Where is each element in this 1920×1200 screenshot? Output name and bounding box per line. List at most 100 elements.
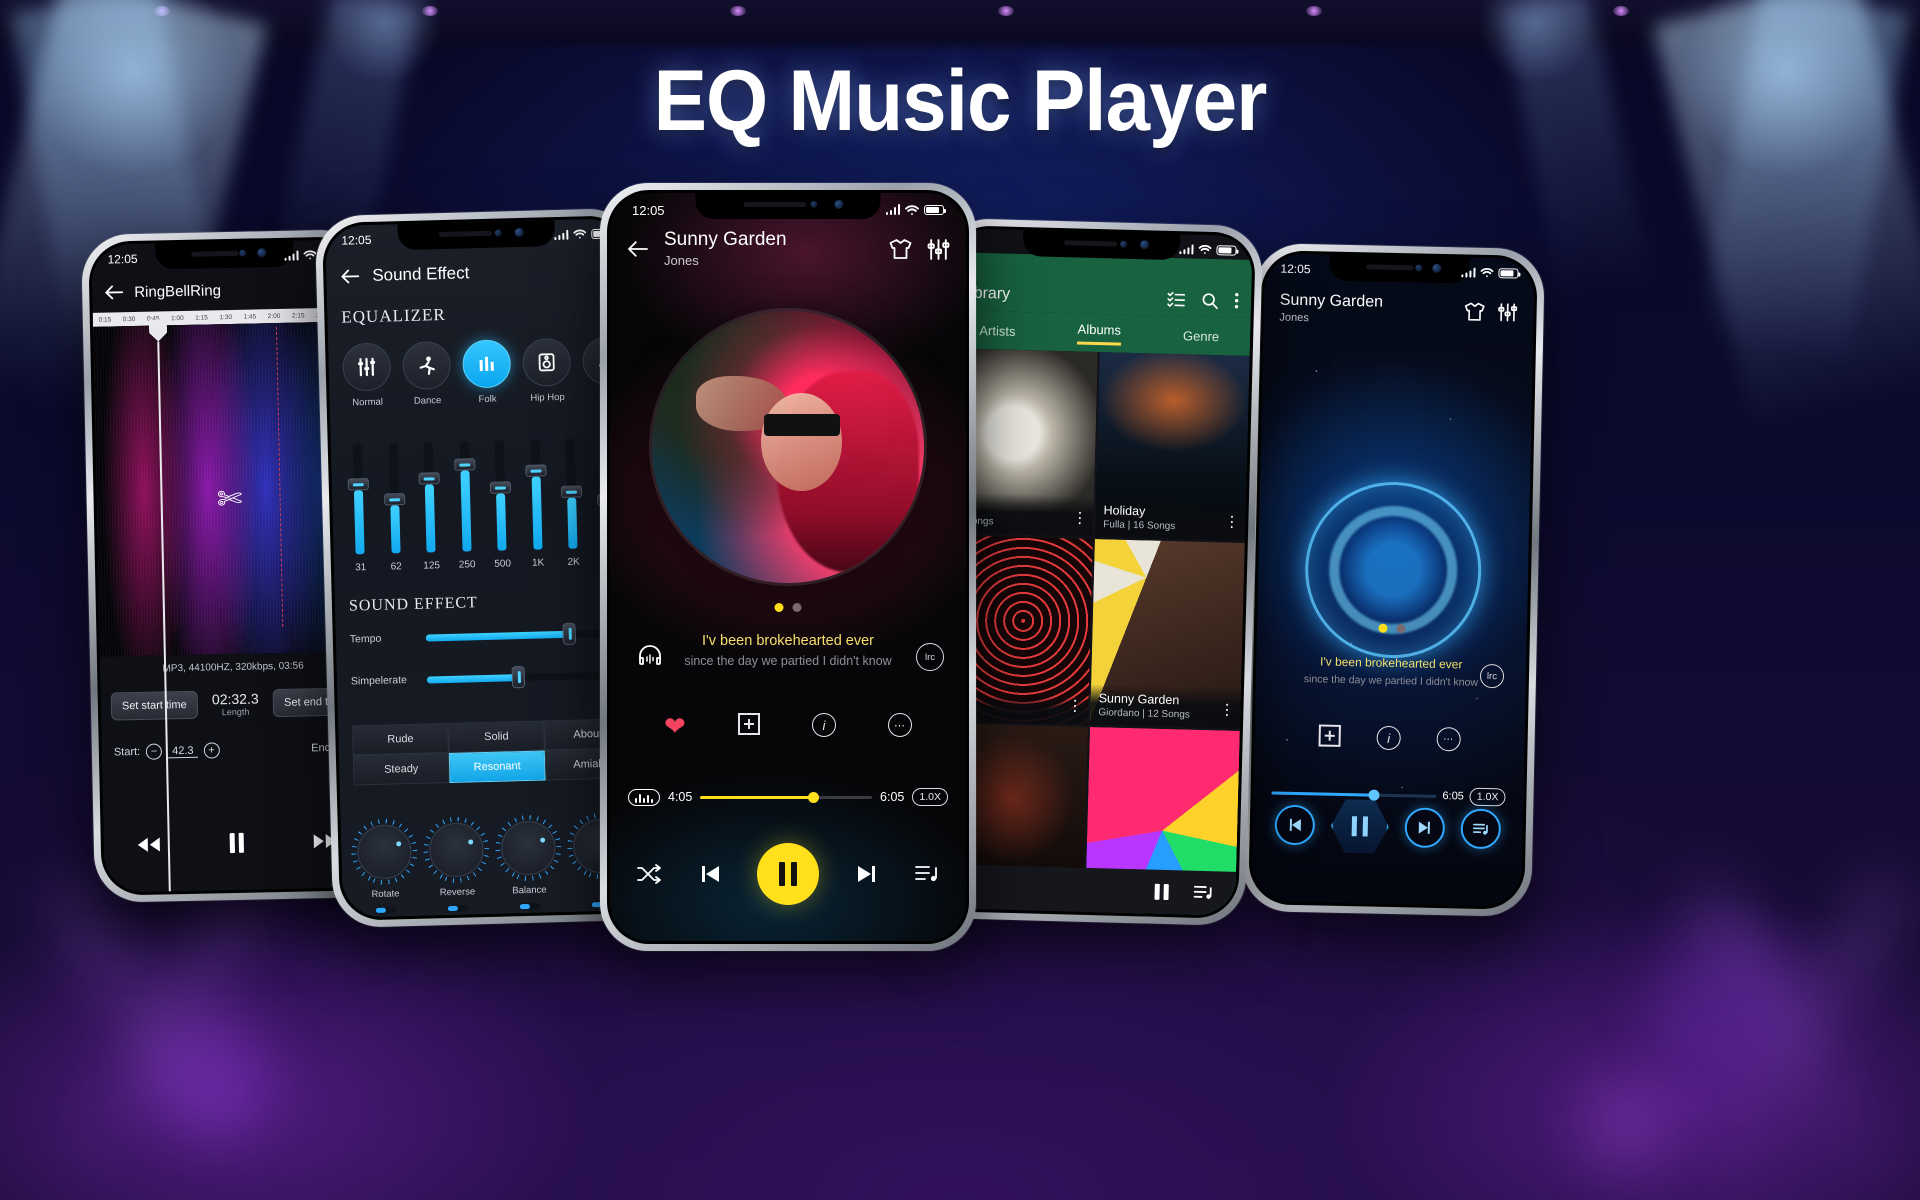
- tempo-slider[interactable]: [425, 622, 624, 645]
- search-icon[interactable]: [1201, 291, 1218, 309]
- shuffle-icon[interactable]: [636, 863, 662, 885]
- equalizer-heading: EQUALIZER: [341, 304, 446, 327]
- more-circle-icon[interactable]: ⋯: [887, 713, 912, 737]
- speaker-icon: [538, 353, 555, 372]
- playlist-icon[interactable]: [914, 863, 940, 885]
- phone-visualizer: 12:05 Sunny Garden Jones I'v been brokeh…: [1241, 243, 1545, 917]
- pause-icon[interactable]: [757, 843, 819, 905]
- length-label: Length: [221, 706, 250, 718]
- more-vertical-icon[interactable]: ⋮: [1072, 510, 1087, 527]
- back-arrow-icon[interactable]: [626, 240, 650, 258]
- bokeh-orb: [1580, 1080, 1670, 1170]
- preset-hiphop[interactable]: Hip Hop: [522, 337, 572, 404]
- equalizer-sliders-icon[interactable]: [1497, 302, 1518, 322]
- previous-track-icon[interactable]: [1274, 804, 1316, 846]
- knob-toggle[interactable]: [446, 904, 469, 913]
- tab-genre[interactable]: Genre: [1183, 328, 1220, 344]
- playlist-icon[interactable]: [1460, 808, 1502, 850]
- back-arrow-icon[interactable]: [104, 284, 124, 300]
- page-dot[interactable]: [774, 603, 784, 612]
- info-circle-icon[interactable]: i: [1376, 725, 1401, 751]
- speed-button[interactable]: 1.0X: [912, 788, 948, 806]
- more-vertical-icon[interactable]: ⋮: [1067, 697, 1082, 714]
- next-track-icon[interactable]: [855, 863, 879, 885]
- page-dot[interactable]: [792, 603, 802, 612]
- effect-steady[interactable]: Steady: [352, 753, 450, 786]
- truss-bar: [0, 0, 1920, 52]
- rewind-icon[interactable]: [135, 834, 163, 855]
- cutter-title: RingBellRing: [134, 281, 222, 301]
- effect-resonant[interactable]: Resonant: [448, 750, 546, 783]
- more-vertical-icon[interactable]: ⋮: [1224, 514, 1239, 531]
- checklist-icon[interactable]: [1167, 291, 1186, 307]
- tshirt-icon[interactable]: [1463, 301, 1485, 321]
- preset-label: Dance: [413, 395, 442, 407]
- sliders-icon: [358, 357, 376, 377]
- album-card[interactable]: Holiday Fulla | 16 Songs ⋮: [1094, 352, 1250, 542]
- simpelerate-slider[interactable]: [426, 665, 625, 689]
- tab-albums[interactable]: Albums: [1077, 321, 1122, 346]
- album-subtitle: Giordano | 12 Songs: [1098, 706, 1191, 721]
- knob-toggle[interactable]: [518, 902, 541, 911]
- knob-reverse[interactable]: Reverse: [423, 822, 491, 913]
- preset-normal[interactable]: Normal: [342, 342, 392, 408]
- wifi-icon: [905, 204, 919, 215]
- eq-band[interactable]: 250: [451, 441, 480, 571]
- eq-band[interactable]: 500: [487, 440, 516, 570]
- visualizer-title: Sunny Garden: [1279, 291, 1384, 311]
- eq-band[interactable]: 1K: [522, 439, 551, 569]
- next-track-icon[interactable]: [1404, 807, 1446, 849]
- more-circle-icon[interactable]: ⋯: [1436, 726, 1461, 752]
- page-indicator[interactable]: [1378, 623, 1406, 634]
- page-dot[interactable]: [1396, 624, 1406, 634]
- eq-band-label: 250: [458, 559, 476, 571]
- progress-bar[interactable]: [700, 791, 873, 803]
- plus-square-icon[interactable]: [737, 713, 760, 735]
- equalizer-sliders-icon[interactable]: [927, 238, 950, 261]
- knob-balance[interactable]: Balance: [495, 820, 563, 911]
- plus-circle-icon[interactable]: +: [203, 742, 220, 759]
- ruler-tick: 1:15: [195, 313, 208, 322]
- tshirt-icon[interactable]: [888, 238, 913, 260]
- track-artist: Jones: [664, 253, 699, 269]
- more-vertical-icon[interactable]: [1234, 292, 1239, 310]
- album-art[interactable]: [652, 311, 924, 583]
- eq-band-label: 2K: [567, 556, 580, 568]
- eq-band[interactable]: 125: [416, 442, 445, 572]
- simpelerate-slider-row: Simpelerate: [337, 665, 639, 689]
- effect-solid[interactable]: Solid: [448, 720, 545, 754]
- playlist-icon[interactable]: [1193, 884, 1213, 903]
- heart-icon[interactable]: ❤: [664, 713, 686, 739]
- pause-icon[interactable]: [225, 830, 250, 856]
- back-arrow-icon[interactable]: [340, 268, 360, 285]
- visualizer-transport: [1252, 795, 1523, 859]
- knob-rotate[interactable]: Rotate: [351, 824, 419, 915]
- status-time: 12:05: [1280, 261, 1311, 277]
- set-start-time-button[interactable]: Set start time: [110, 690, 198, 721]
- knob-toggle[interactable]: [374, 906, 398, 914]
- sound-effect-header: Sound Effect: [326, 248, 629, 298]
- lrc-button[interactable]: lrc: [916, 643, 944, 671]
- plus-square-icon[interactable]: [1318, 724, 1341, 747]
- eq-band[interactable]: 62: [380, 443, 409, 573]
- minus-circle-icon[interactable]: −: [146, 743, 163, 760]
- start-value[interactable]: 42.3: [168, 744, 198, 758]
- info-circle-icon[interactable]: i: [811, 713, 836, 737]
- page-indicator[interactable]: [774, 603, 802, 612]
- tab-artists[interactable]: Artists: [979, 322, 1016, 338]
- page-dot[interactable]: [1378, 623, 1388, 633]
- volume-wave-icon[interactable]: [628, 788, 660, 806]
- eq-band[interactable]: 31: [345, 444, 374, 574]
- wifi-icon: [303, 250, 317, 260]
- preset-dance[interactable]: Dance: [402, 340, 452, 407]
- page-title: EQ Music Player: [653, 53, 1268, 149]
- effect-rude[interactable]: Rude: [352, 723, 449, 756]
- pause-icon[interactable]: [1151, 881, 1172, 904]
- more-vertical-icon[interactable]: ⋮: [1219, 701, 1234, 718]
- album-card[interactable]: Sunny Garden Giordano | 12 Songs ⋮: [1090, 539, 1245, 729]
- eq-band-label: 500: [494, 558, 512, 570]
- preset-folk[interactable]: Folk: [462, 339, 512, 405]
- pause-icon[interactable]: [1330, 797, 1389, 856]
- previous-track-icon[interactable]: [698, 863, 722, 885]
- eq-band[interactable]: 2K: [558, 438, 587, 568]
